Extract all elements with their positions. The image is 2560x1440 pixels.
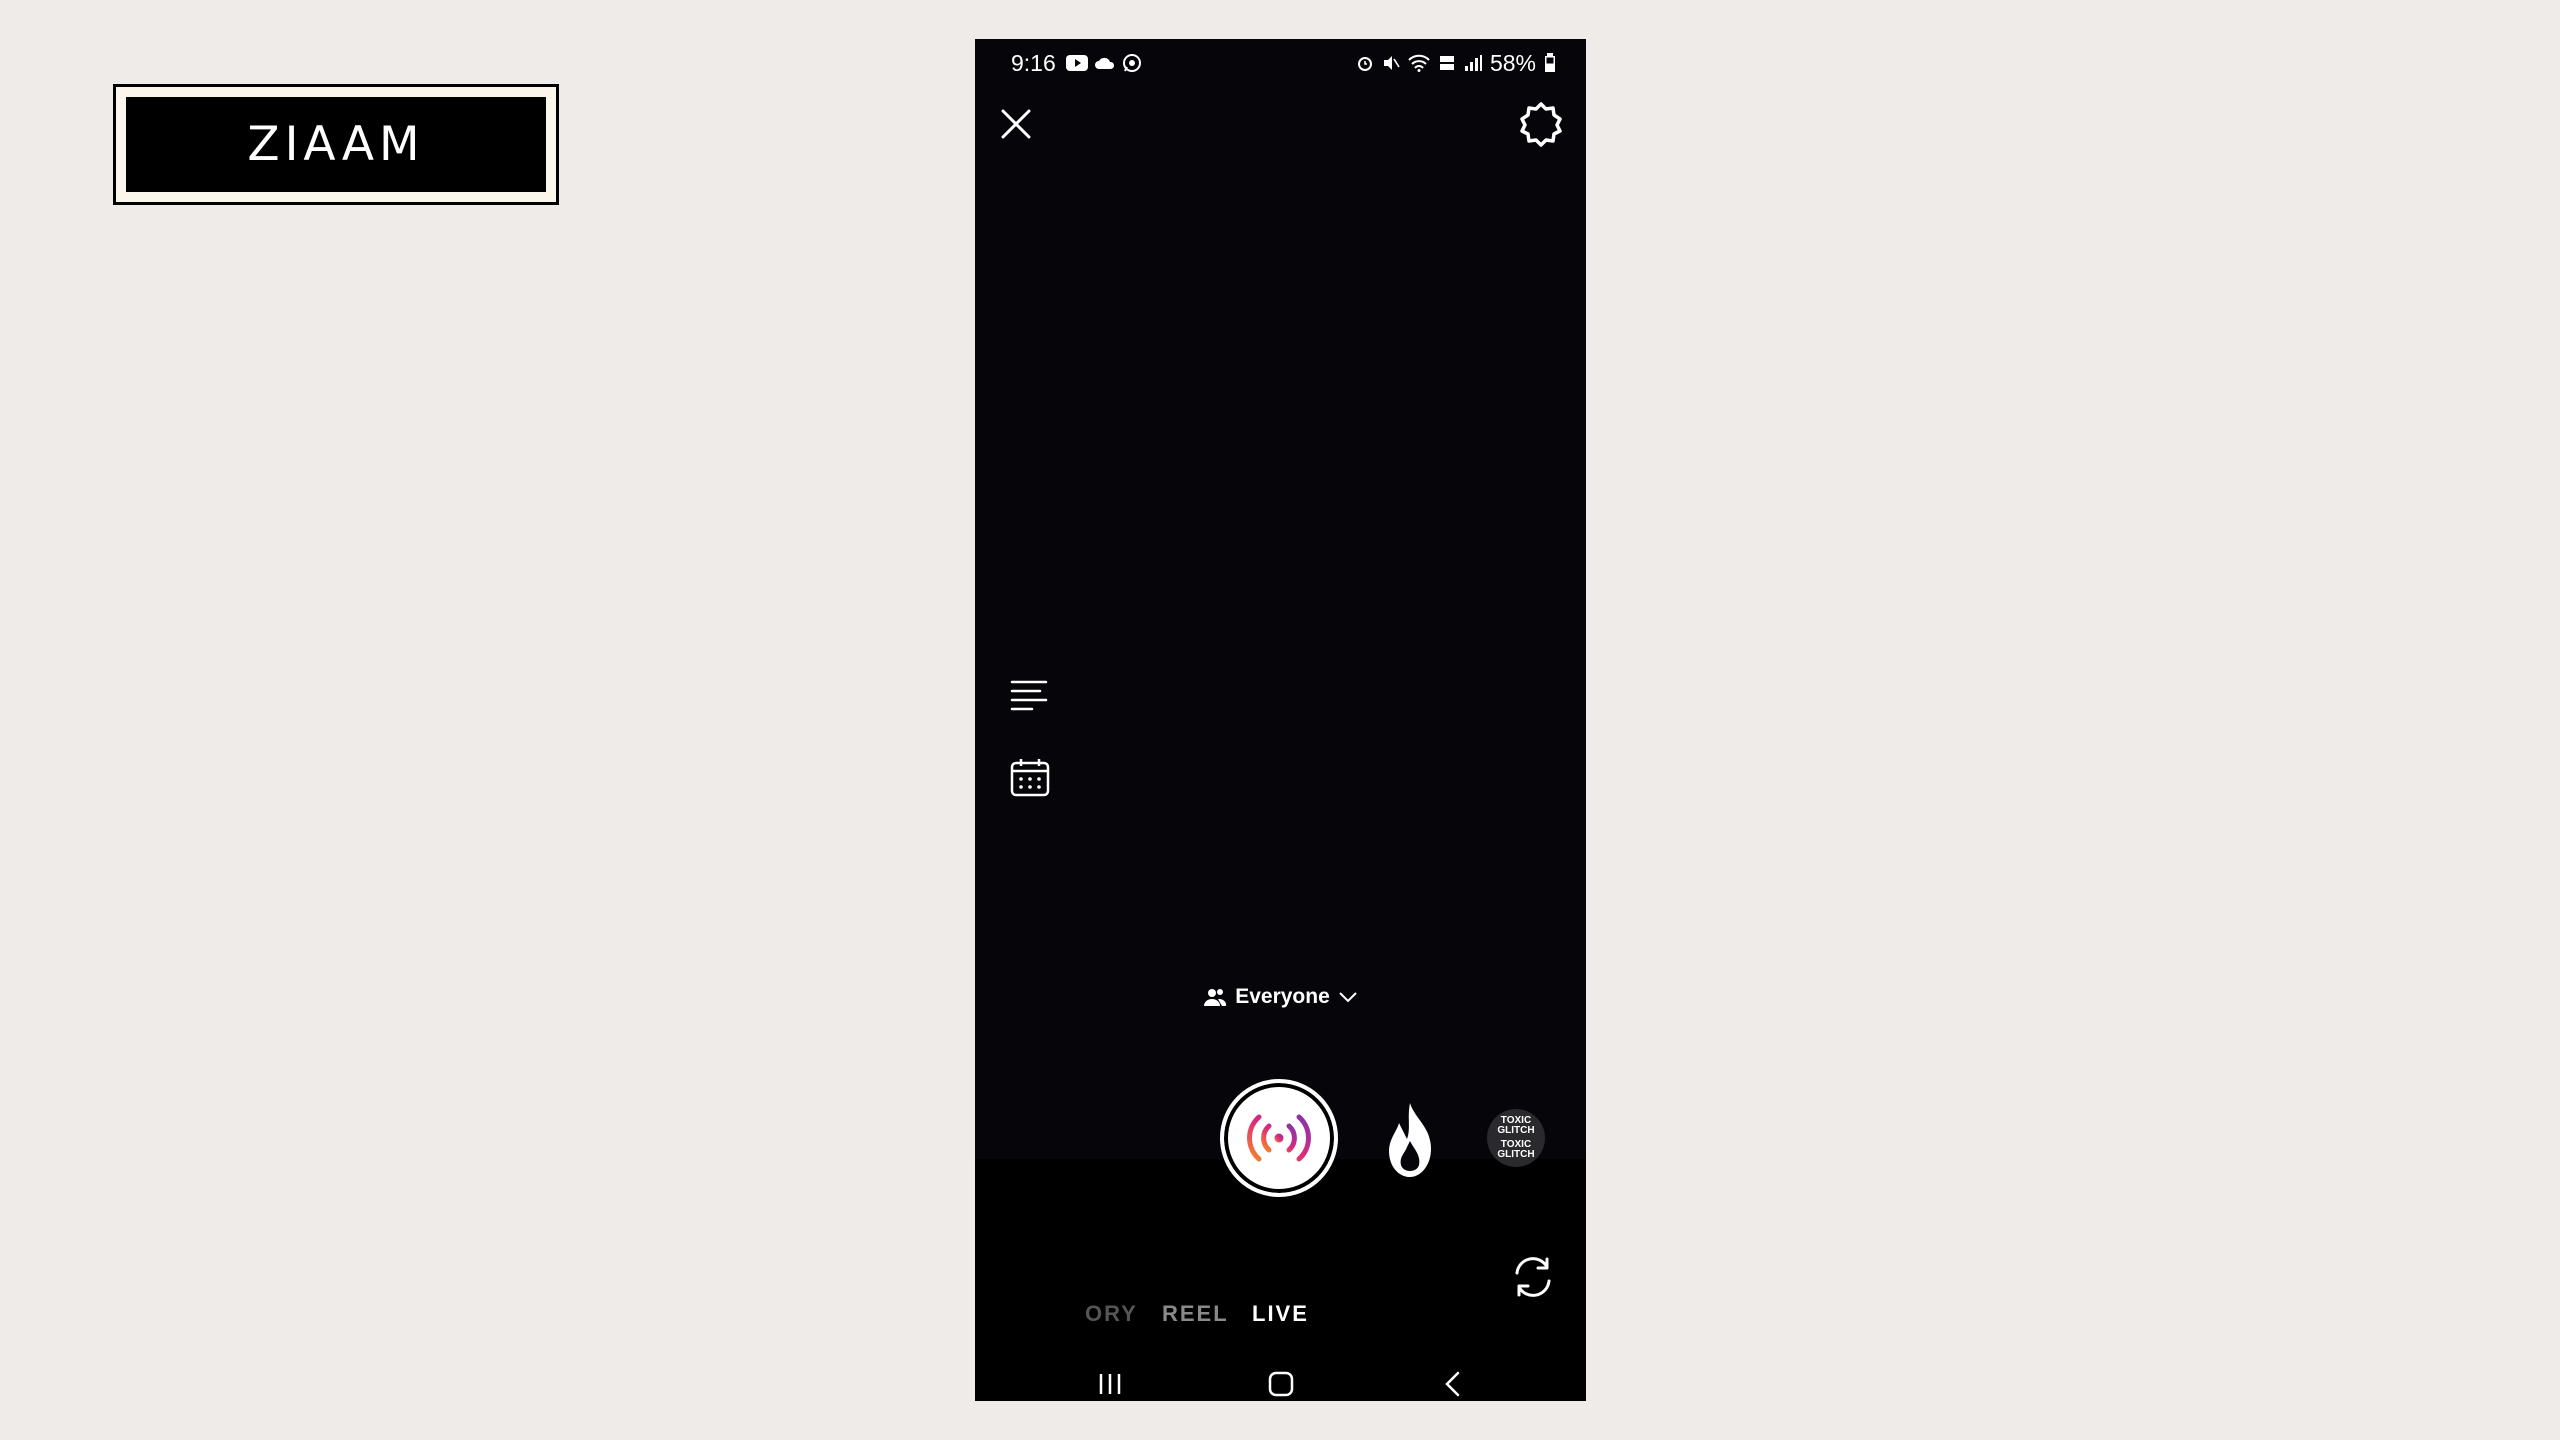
flip-camera-icon[interactable]	[1511, 1255, 1555, 1299]
brand-logo: ZIAAM	[113, 84, 559, 205]
people-icon	[1204, 989, 1227, 1006]
whatsapp-icon	[1122, 54, 1141, 72]
calendar-icon[interactable]	[1010, 757, 1050, 797]
volte-icon	[1439, 56, 1454, 70]
brand-logo-text: ZIAAM	[126, 97, 546, 192]
effect-label: GLITCH	[1497, 1149, 1535, 1160]
broadcast-icon	[1247, 1114, 1311, 1162]
youtube-icon	[1065, 55, 1088, 71]
close-icon[interactable]	[999, 107, 1033, 141]
phone-screen: 9:16 58% Everyone TOXIC GLITCH TOXIC GLI…	[975, 39, 1586, 1401]
wifi-icon	[1408, 54, 1430, 72]
go-live-button[interactable]	[1220, 1079, 1338, 1197]
audience-selector[interactable]: Everyone	[975, 985, 1586, 1009]
effect-label: GLITCH	[1497, 1125, 1535, 1136]
tab-live[interactable]: LIVE	[1252, 1301, 1309, 1327]
mute-icon	[1383, 56, 1400, 70]
audience-label: Everyone	[1235, 985, 1330, 1008]
battery-percent: 58%	[1489, 49, 1536, 76]
back-icon[interactable]	[1443, 1371, 1463, 1397]
home-icon[interactable]	[1268, 1371, 1294, 1397]
chevron-down-icon	[1339, 992, 1357, 1003]
recent-apps-icon[interactable]	[1097, 1372, 1123, 1396]
toxic-glitch-effect[interactable]: TOXIC GLITCH TOXIC GLITCH	[1487, 1109, 1545, 1167]
signal-icon	[1464, 55, 1482, 71]
battery-icon	[1545, 53, 1555, 72]
system-nav-bar	[975, 1364, 1586, 1401]
alarm-icon	[1357, 57, 1372, 71]
gear-icon[interactable]	[1518, 101, 1564, 147]
tab-story[interactable]: ORY	[1085, 1301, 1138, 1327]
flame-effect-icon[interactable]	[1381, 1101, 1439, 1179]
cloud-icon	[1094, 57, 1114, 69]
status-bar: 9:16 58%	[1011, 45, 1556, 81]
status-time: 9:16	[1011, 49, 1056, 76]
tab-reel[interactable]: REEL	[1162, 1301, 1229, 1327]
title-text-icon[interactable]	[1010, 677, 1048, 715]
